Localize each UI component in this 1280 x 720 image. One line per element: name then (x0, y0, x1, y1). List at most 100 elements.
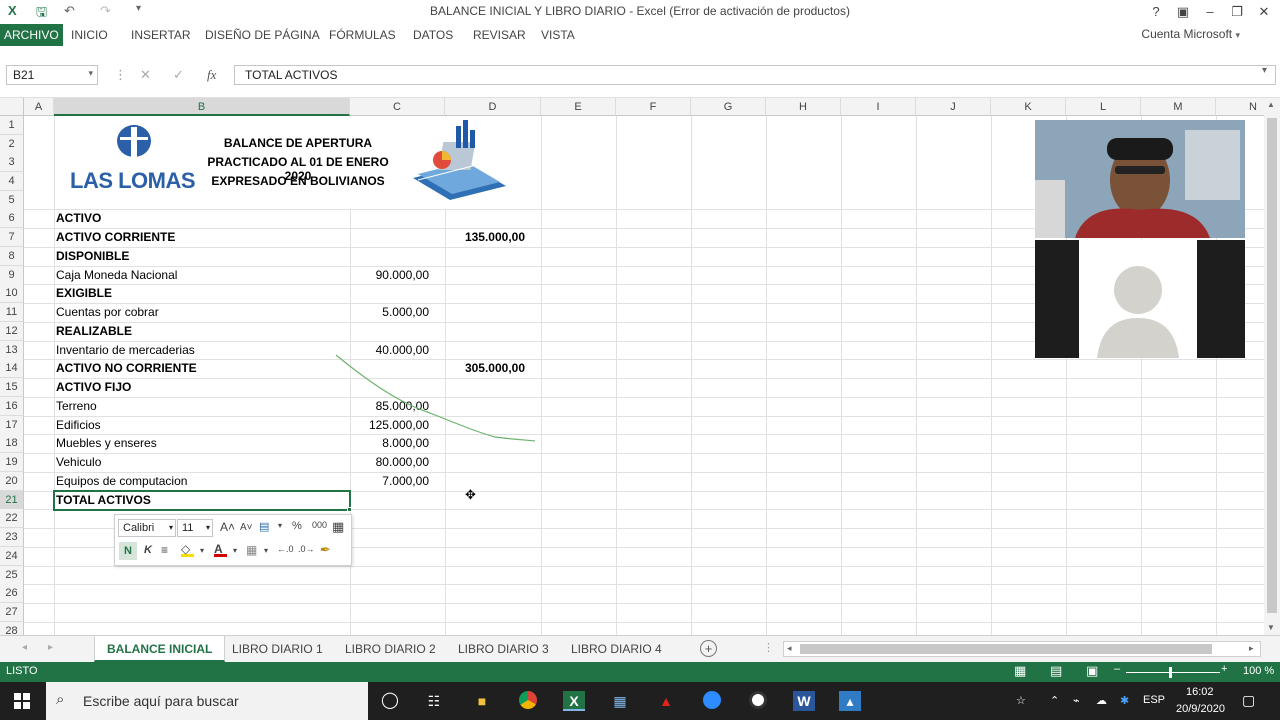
cell-b8[interactable]: DISPONIBLE (56, 247, 129, 266)
format-table-icon[interactable]: ▤ (259, 520, 269, 533)
cell-b10[interactable]: EXIGIBLE (56, 284, 112, 303)
help-button[interactable]: ? (1143, 2, 1169, 22)
increase-decimal-icon[interactable]: ←.0 (277, 544, 294, 554)
row-header[interactable]: 25 (0, 566, 24, 585)
worksheet-grid[interactable]: A B C D E F G H I J K L M N 1 2 3 4 5 6 … (0, 98, 1264, 635)
cell-b15[interactable]: ACTIVO FIJO (56, 378, 131, 397)
sheet-tab-libro-diario-1[interactable]: LIBRO DIARIO 1 (220, 636, 335, 662)
cell-b20[interactable]: Equipos de computacion (56, 472, 187, 491)
chevron-down-icon[interactable]: ▾ (278, 521, 282, 530)
row-header[interactable]: 24 (0, 547, 24, 566)
scroll-right-icon[interactable]: ▸ (1249, 643, 1254, 654)
column-header-n[interactable]: N (1216, 98, 1264, 116)
clock-time[interactable]: 16:02 (1186, 686, 1214, 698)
sheet-tab-libro-diario-2[interactable]: LIBRO DIARIO 2 (333, 636, 448, 662)
decrease-decimal-icon[interactable]: .0→ (298, 544, 315, 554)
column-header-b[interactable]: B (54, 98, 350, 116)
vertical-scroll-thumb[interactable] (1267, 118, 1277, 613)
row-header[interactable]: 7 (0, 228, 24, 247)
cortana-icon[interactable]: ◯ (379, 691, 401, 711)
column-header-g[interactable]: G (691, 98, 766, 116)
zoom-slider[interactable] (1126, 672, 1220, 673)
chevron-down-icon[interactable]: ▾ (264, 546, 268, 555)
zoom-in-icon[interactable]: + (1221, 663, 1227, 675)
ribbon-options-icon[interactable]: ▣ (1170, 2, 1196, 22)
row-header[interactable]: 28 (0, 622, 24, 635)
zoom-slider-thumb[interactable] (1169, 667, 1172, 678)
word-icon[interactable]: W (793, 691, 815, 711)
people-icon[interactable]: ☆ (1016, 694, 1026, 707)
column-header-h[interactable]: H (766, 98, 841, 116)
next-sheet-icon[interactable]: ▸ (48, 642, 53, 653)
fill-handle[interactable] (347, 507, 352, 512)
vertical-scrollbar[interactable]: ▲ ▼ (1264, 98, 1280, 635)
row-header[interactable]: 18 (0, 434, 24, 453)
row-header[interactable]: 16 (0, 397, 24, 416)
cell-b9[interactable]: Caja Moneda Nacional (56, 266, 177, 285)
font-name-select[interactable]: Calibri ▾ (118, 519, 176, 537)
cell-b16[interactable]: Terreno (56, 397, 97, 416)
row-header[interactable]: 5 (0, 191, 24, 210)
cell-b11[interactable]: Cuentas por cobrar (56, 303, 159, 322)
formula-input[interactable]: TOTAL ACTIVOS (234, 65, 1276, 85)
column-header-l[interactable]: L (1066, 98, 1141, 116)
fill-color-icon[interactable]: ◇ (181, 542, 194, 557)
row-header[interactable]: 22 (0, 509, 24, 528)
column-header-j[interactable]: J (916, 98, 991, 116)
cell-b13[interactable]: Inventario de mercaderias (56, 341, 195, 360)
cell-b21[interactable]: TOTAL ACTIVOS (56, 491, 151, 510)
cell-c11[interactable]: 5.000,00 (351, 303, 429, 322)
row-header[interactable]: 21 (0, 491, 24, 510)
italic-button[interactable]: K (144, 544, 152, 556)
font-color-icon[interactable]: A (214, 542, 227, 557)
row-header[interactable]: 12 (0, 322, 24, 341)
row-header[interactable]: 17 (0, 416, 24, 435)
acrobat-icon[interactable]: ▲ (655, 691, 677, 711)
horizontal-scroll-thumb[interactable] (800, 644, 1212, 654)
notifications-icon[interactable]: ▢ (1242, 692, 1255, 709)
row-header[interactable]: 14 (0, 359, 24, 378)
chevron-down-icon[interactable]: ▾ (233, 546, 237, 555)
insert-function-button[interactable]: fx (207, 67, 216, 83)
tab-insertar[interactable]: INSERTAR (131, 24, 191, 46)
cell-b6[interactable]: ACTIVO (56, 209, 101, 228)
tab-vista[interactable]: VISTA (541, 24, 575, 46)
tab-archivo[interactable]: ARCHIVO (0, 24, 63, 46)
page-layout-view-icon[interactable]: ▤ (1050, 663, 1062, 679)
excel-taskbar-icon[interactable]: X (563, 691, 585, 711)
row-header[interactable]: 27 (0, 603, 24, 622)
column-header-a[interactable]: A (24, 98, 54, 116)
sheet-tab-libro-diario-3[interactable]: LIBRO DIARIO 3 (446, 636, 561, 662)
cell-c20[interactable]: 7.000,00 (351, 472, 429, 491)
row-header[interactable]: 4 (0, 172, 24, 191)
previous-sheet-icon[interactable]: ◂ (22, 642, 27, 653)
zoom-level[interactable]: 100 % (1243, 665, 1274, 677)
align-center-icon[interactable]: ≡ (161, 543, 168, 557)
network-icon[interactable]: ⌁ (1073, 694, 1080, 707)
expand-formula-icon[interactable]: ▾ (1262, 65, 1267, 76)
row-header[interactable]: 11 (0, 303, 24, 322)
tab-formulas[interactable]: FÓRMULAS (329, 24, 396, 46)
cell-b18[interactable]: Muebles y enseres (56, 434, 157, 453)
enter-icon[interactable]: ✓ (173, 67, 184, 83)
zoom-out-icon[interactable]: – (1114, 663, 1120, 675)
tab-diseno-de-pagina[interactable]: DISEÑO DE PÁGINA (205, 24, 320, 46)
windows-start-icon[interactable] (14, 693, 30, 709)
cell-b12[interactable]: REALIZABLE (56, 322, 132, 341)
sheet-tab-balance-inicial[interactable]: BALANCE INICIAL (94, 636, 226, 662)
calculator-app-icon[interactable]: ▦ (609, 691, 631, 711)
increase-font-icon[interactable]: A˄ (220, 520, 235, 534)
cancel-icon[interactable]: ✕ (140, 67, 151, 83)
restore-button[interactable]: ❐ (1224, 2, 1250, 22)
cell-d7[interactable]: 135.000,00 (446, 228, 525, 247)
sheet-tab-libro-diario-4[interactable]: LIBRO DIARIO 4 (559, 636, 674, 662)
column-header-d[interactable]: D (445, 98, 541, 116)
decrease-font-icon[interactable]: A˅ (240, 522, 253, 533)
column-header-e[interactable]: E (541, 98, 616, 116)
taskbar-search-box[interactable]: ⌕ Escribe aquí para buscar (46, 682, 368, 720)
zoom-app-icon[interactable] (701, 691, 723, 711)
scroll-up-icon[interactable]: ▲ (1267, 100, 1275, 109)
scroll-left-icon[interactable]: ◂ (787, 643, 792, 654)
row-header[interactable]: 20 (0, 472, 24, 491)
thousands-separator-button[interactable]: 000 (312, 520, 327, 530)
